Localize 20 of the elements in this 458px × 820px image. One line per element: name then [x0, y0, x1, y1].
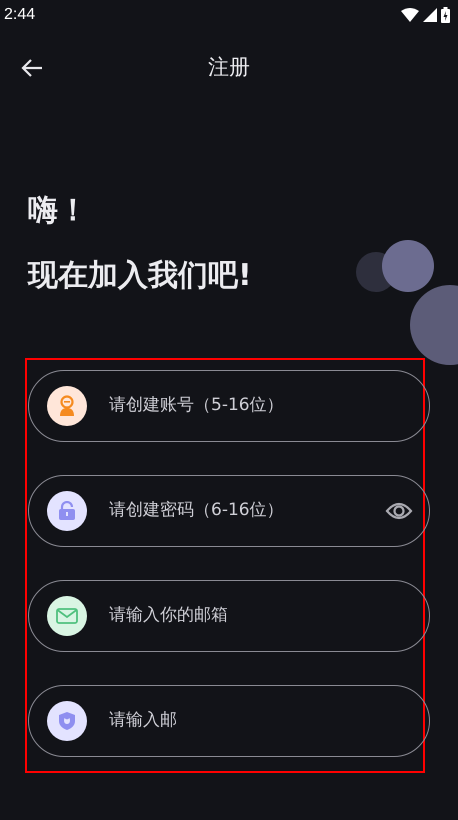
page-title: 注册	[208, 54, 250, 82]
text-input[interactable]: 请输入你的邮箱	[109, 603, 429, 629]
signal-icon	[423, 8, 437, 22]
input-field[interactable]: 请输入邮	[28, 685, 430, 757]
text-input[interactable]: 请创建账号（5-16位）	[109, 393, 429, 419]
envelope-icon	[56, 608, 78, 624]
input-field[interactable]: 请创建密码（6-16位）	[28, 475, 430, 547]
greeting-heading: 嗨！	[28, 192, 89, 230]
shield-icon	[58, 711, 76, 731]
input-field[interactable]: 请创建账号（5-16位）	[28, 370, 430, 442]
input-field[interactable]: 请输入你的邮箱	[28, 580, 430, 652]
padlock-icon	[58, 501, 76, 521]
greeting-heading: 现在加入我们吧!	[28, 257, 252, 295]
wifi-icon	[401, 8, 419, 22]
text-input[interactable]: 请输入邮	[109, 708, 429, 734]
text-input[interactable]: 请创建密码（6-16位）	[109, 498, 385, 524]
battery-icon	[441, 7, 450, 23]
status-time: 2:44	[4, 5, 36, 25]
eye-icon[interactable]	[385, 500, 413, 522]
back-arrow-icon	[21, 58, 43, 78]
